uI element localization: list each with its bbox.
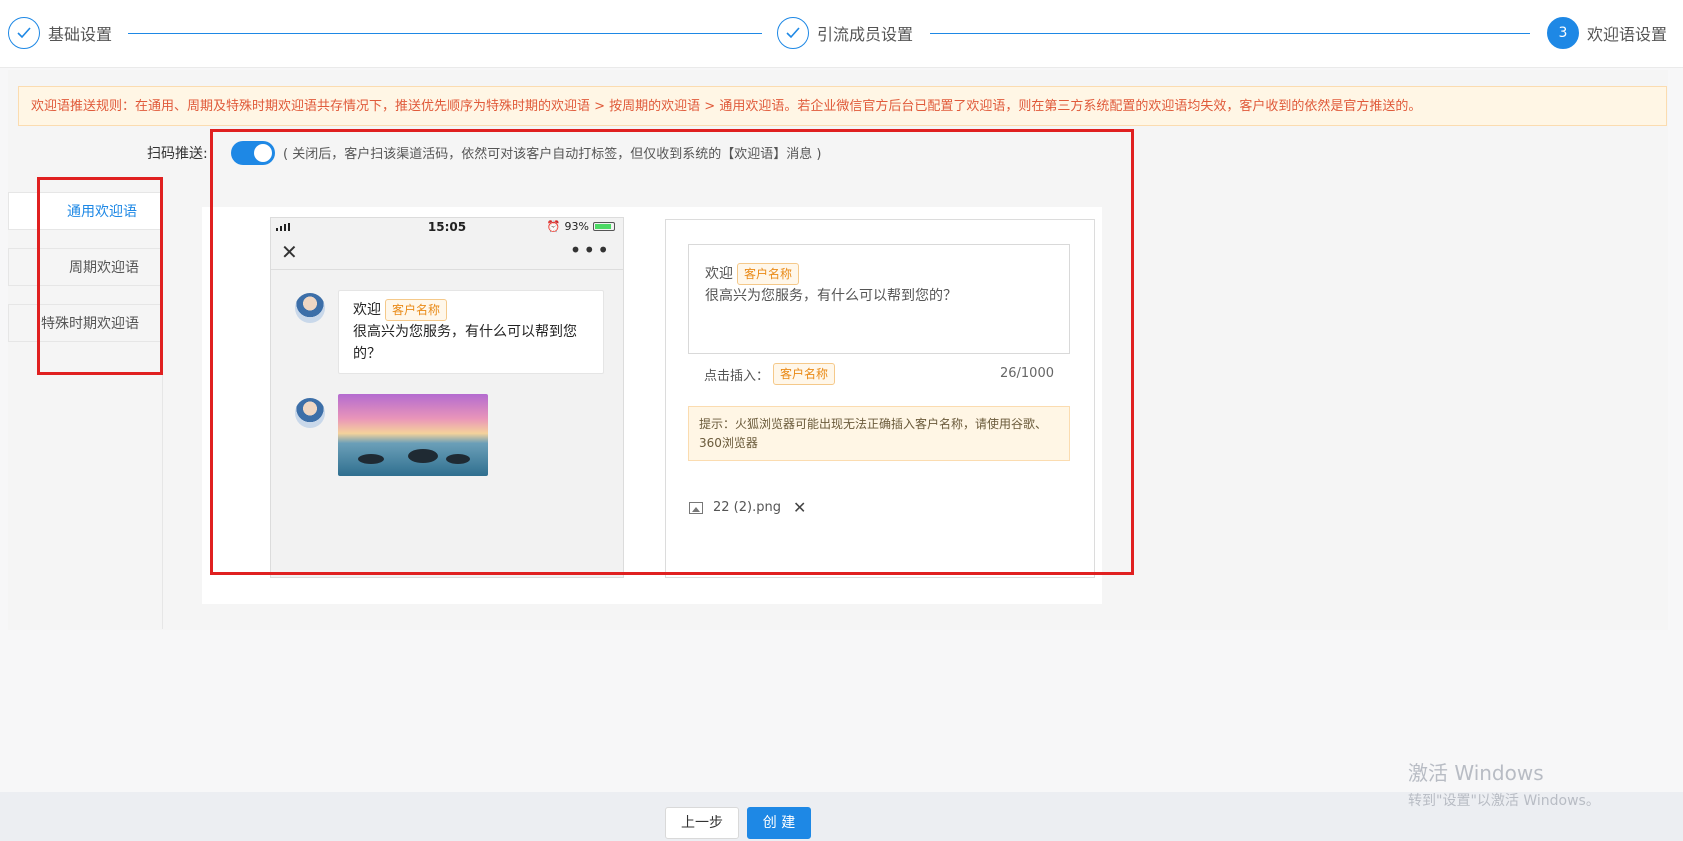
step-connector [128,33,762,34]
step-basic-label: 基础设置 [48,25,113,44]
previous-step-button[interactable]: 上一步 [665,807,739,839]
annotation-box-preview [210,129,1134,575]
step-connector [930,33,1530,34]
scan-push-label: 扫码推送: [147,146,208,162]
annotation-box-tabs [37,177,163,375]
push-rules-notice: 欢迎语推送规则：在通用、周期及特殊时期欢迎语共存情况下，推送优先顺序为特殊时期的… [18,86,1667,126]
step-basic[interactable]: 基础设置 [8,17,112,49]
activation-watermark: 激活 Windows 转到"设置"以激活 Windows。 [1408,757,1600,810]
steps-bar: 基础设置 引流成员设置 3 欢迎语设置 [0,0,1683,68]
watermark-subtitle: 转到"设置"以激活 Windows。 [1408,793,1600,809]
step-members-label: 引流成员设置 [817,25,914,44]
step-number-badge: 3 [1547,17,1579,49]
create-button[interactable]: 创 建 [747,807,811,839]
watermark-title: 激活 Windows [1408,761,1544,785]
step-welcome-label: 欢迎语设置 [1587,25,1668,44]
check-icon [777,17,809,49]
check-icon [8,17,40,49]
step-members[interactable]: 引流成员设置 [777,17,913,49]
step-welcome[interactable]: 3 欢迎语设置 [1547,17,1667,49]
